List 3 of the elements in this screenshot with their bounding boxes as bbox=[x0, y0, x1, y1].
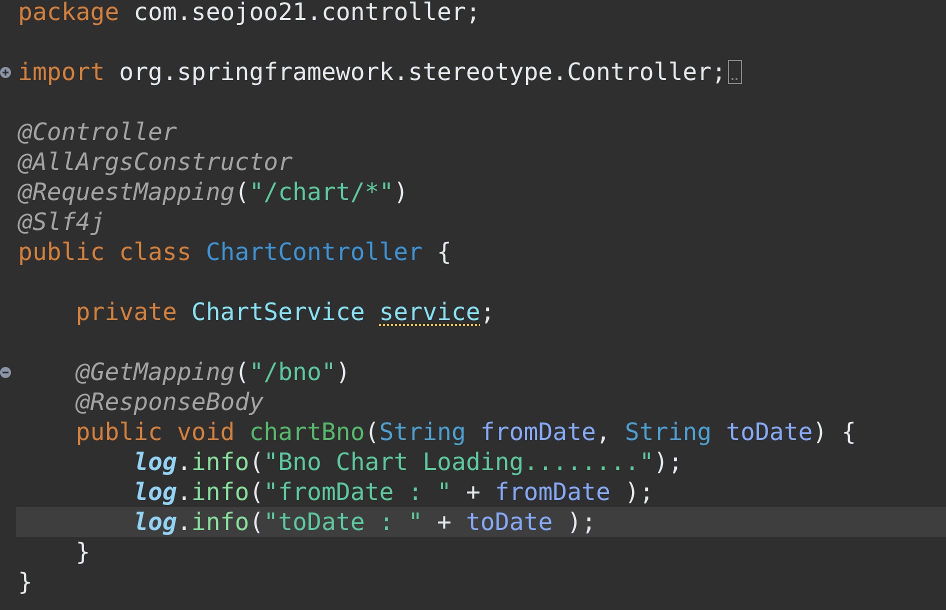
folded-code-icon[interactable] bbox=[728, 60, 742, 84]
collapse-icon[interactable] bbox=[0, 366, 11, 378]
expand-icon[interactable] bbox=[0, 66, 11, 78]
